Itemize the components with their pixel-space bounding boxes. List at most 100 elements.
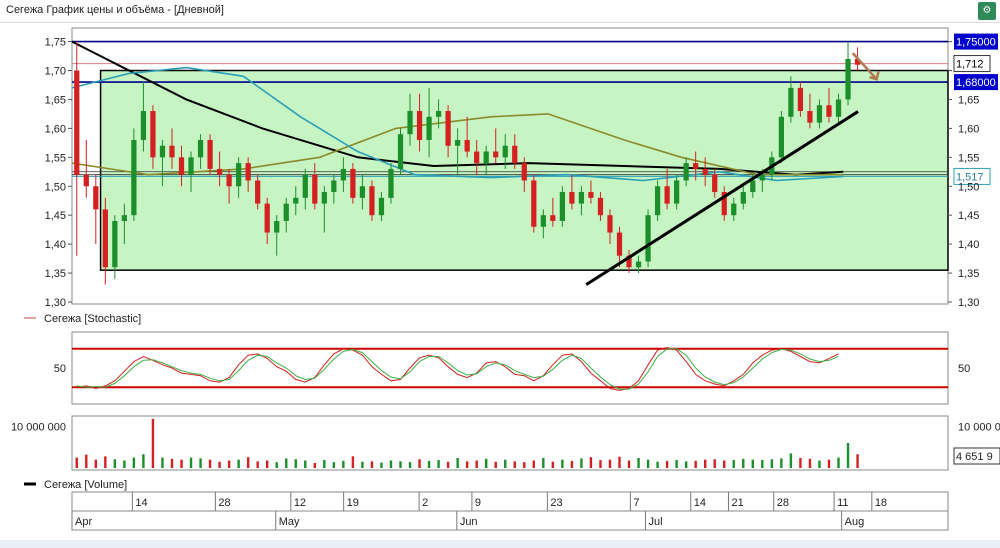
volume-bar xyxy=(589,457,593,468)
x-day-label: 28 xyxy=(777,497,789,509)
candle-body xyxy=(683,163,689,181)
volume-bar xyxy=(827,459,831,468)
volume-bar xyxy=(856,454,859,468)
candle-body xyxy=(455,139,461,146)
volume-bar xyxy=(380,462,383,468)
x-day-label: 21 xyxy=(731,497,743,509)
y-tick-label: 1,75 xyxy=(45,37,66,49)
y-tick-label: 1,60 xyxy=(45,123,66,135)
candle-body xyxy=(588,192,594,198)
volume-bar xyxy=(780,458,783,468)
chart-canvas[interactable]: 1,750001,680001,7121,5171,30 1,301,35 1,35… xyxy=(0,0,1000,548)
candle-body xyxy=(816,105,823,123)
candle-body xyxy=(169,145,175,158)
volume-bar xyxy=(494,461,497,468)
level-label-1: 1,68000 xyxy=(956,77,996,89)
candle-body xyxy=(778,116,784,158)
candle-body xyxy=(788,87,794,117)
volume-bar xyxy=(570,460,574,468)
candle-body xyxy=(397,134,404,169)
x-day-label: 19 xyxy=(347,497,359,509)
volume-bar xyxy=(161,457,164,468)
candle-body xyxy=(712,174,718,193)
volume-bar xyxy=(770,459,774,468)
candle-body xyxy=(93,186,99,210)
candle-body xyxy=(531,180,537,227)
volume-bar xyxy=(218,461,221,468)
candle-body xyxy=(416,111,423,140)
volume-bar xyxy=(123,460,126,468)
candle-body xyxy=(569,192,575,204)
volume-bar xyxy=(256,461,259,468)
volume-bar xyxy=(94,459,98,468)
volume-bar xyxy=(542,458,545,468)
volume-bar xyxy=(351,456,355,468)
volume-bar xyxy=(151,418,155,468)
volume-bar xyxy=(75,457,78,468)
volume-bar xyxy=(456,458,459,468)
candle-body xyxy=(293,197,299,204)
y-tick-label: 1,45 xyxy=(45,210,66,222)
volume-bar xyxy=(104,456,107,468)
volume-bar xyxy=(808,458,812,468)
volume-bar xyxy=(599,460,602,468)
x-day-label: 2 xyxy=(422,497,428,509)
volume-bar xyxy=(484,458,488,468)
volume-bar xyxy=(427,460,431,468)
candle-body xyxy=(635,261,642,268)
volume-bar xyxy=(113,459,117,468)
candle-body xyxy=(321,192,327,204)
volume-bar xyxy=(646,459,650,468)
volume-bar xyxy=(608,459,612,468)
candle-body xyxy=(664,186,670,204)
volume-legend-label: Сегежа [Volume] xyxy=(44,479,127,491)
y-tick-label: 1,30 xyxy=(45,297,66,309)
volume-bar xyxy=(189,457,193,468)
volume-bar xyxy=(294,459,297,468)
y-tick-label: 1,50 xyxy=(45,181,66,193)
volume-bar xyxy=(399,461,402,468)
x-day-label: 11 xyxy=(837,497,848,509)
volume-bar xyxy=(85,454,88,468)
volume-bar xyxy=(237,459,240,468)
level-label-0: 1,75000 xyxy=(956,37,996,49)
candle-body xyxy=(512,145,518,164)
y-tick-label: 1,40 xyxy=(45,239,66,251)
candle-body xyxy=(674,180,680,204)
candle-body xyxy=(102,209,108,268)
candle-body xyxy=(255,180,261,204)
candle-body xyxy=(369,186,375,216)
volume-bar xyxy=(713,459,716,468)
candle-body xyxy=(331,180,337,193)
volume-bar xyxy=(837,457,840,468)
volume-bar xyxy=(132,457,136,468)
y-tick-label: 1,55 xyxy=(45,152,66,164)
x-day-label: 14 xyxy=(694,497,706,509)
candle-body xyxy=(350,168,356,198)
volume-bar xyxy=(637,458,640,468)
candle-body xyxy=(245,163,251,181)
candle-body xyxy=(159,145,166,158)
candle-body xyxy=(274,220,280,233)
volume-bar xyxy=(361,461,364,468)
volume-bar xyxy=(323,460,326,468)
candle-body xyxy=(578,192,585,204)
volume-bar xyxy=(504,459,507,468)
candle-body xyxy=(236,163,242,187)
candle-body xyxy=(502,145,508,158)
candle-body xyxy=(540,215,546,227)
volume-bar xyxy=(475,460,478,468)
candle-body xyxy=(178,157,185,175)
volume-bar xyxy=(437,460,440,468)
candle-body xyxy=(616,232,623,256)
volume-bar xyxy=(446,461,450,468)
volume-tick-label-right: 10 000 000 xyxy=(958,421,1000,433)
candle-body xyxy=(340,168,346,181)
volume-bar xyxy=(513,461,516,468)
candle-body xyxy=(845,58,851,100)
candle-body xyxy=(445,111,451,146)
candle-body xyxy=(283,203,289,221)
candle-body xyxy=(759,174,765,181)
candle-body xyxy=(112,220,118,268)
y-tick-label-right: 1,50 xyxy=(958,181,979,193)
